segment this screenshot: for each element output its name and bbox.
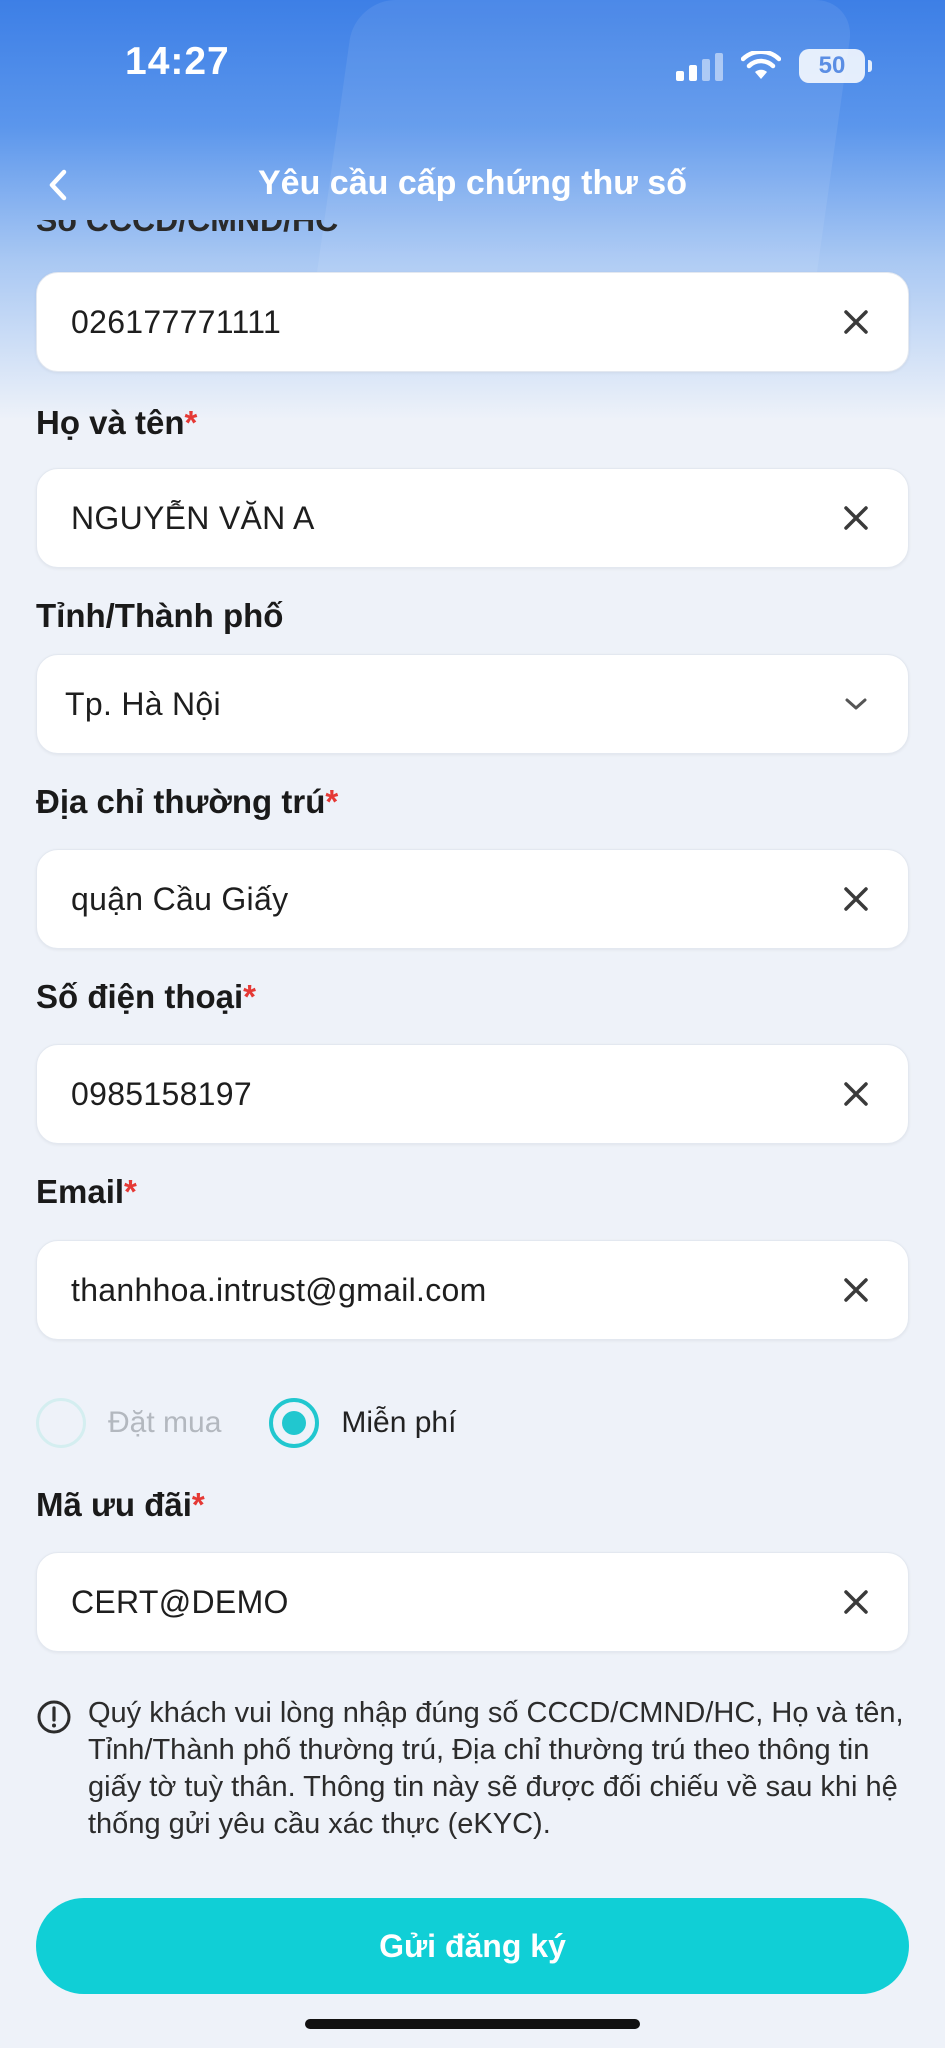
info-note-text: Quý khách vui lòng nhập đúng số CCCD/CMN… (88, 1697, 904, 1840)
phone-value: 0985158197 (71, 1075, 252, 1112)
radio-free[interactable]: Miễn phí (269, 1398, 456, 1448)
close-icon (844, 887, 868, 911)
promo-label: Mã ưu đãi* (36, 1486, 205, 1523)
phone-label: Số điện thoại* (36, 978, 257, 1015)
clear-id-number-button[interactable] (834, 300, 878, 344)
email-field[interactable]: thanhhoa.intrust@gmail.com (36, 1240, 909, 1340)
address-value: quận Cầu Giấy (71, 880, 289, 917)
battery-icon: 50 (799, 49, 872, 83)
home-indicator (305, 2019, 640, 2029)
close-icon (844, 310, 868, 334)
clear-full-name-button[interactable] (834, 496, 878, 540)
province-label: Tỉnh/Thành phố (36, 597, 284, 634)
wifi-icon (741, 51, 781, 79)
close-icon (844, 1590, 868, 1614)
radio-free-label: Miễn phí (341, 1406, 457, 1439)
clear-email-button[interactable] (834, 1268, 878, 1312)
province-dropdown-button[interactable] (834, 682, 878, 726)
close-icon (844, 506, 868, 530)
province-value: Tp. Hà Nội (65, 685, 221, 722)
id-number-label: Số CCCD/CMND/HC (36, 220, 339, 238)
signal-icon (676, 51, 723, 81)
email-value: thanhhoa.intrust@gmail.com (71, 1271, 487, 1308)
radio-order[interactable]: Đặt mua (36, 1398, 221, 1448)
address-label: Địa chỉ thường trú* (36, 783, 339, 820)
phone-field[interactable]: 0985158197 (36, 1044, 909, 1144)
submit-button[interactable]: Gửi đăng ký (36, 1898, 909, 1994)
radio-circle-selected (269, 1398, 320, 1448)
province-select[interactable]: Tp. Hà Nội (36, 654, 909, 754)
id-number-field[interactable]: 026177771111 (36, 272, 909, 372)
address-field[interactable]: quận Cầu Giấy (36, 849, 909, 949)
promo-field[interactable]: CERT@DEMO (36, 1552, 909, 1652)
nav-bar: Yêu cầu cấp chứng thư số (0, 150, 945, 220)
radio-circle (36, 1398, 86, 1448)
status-icons: 50 (676, 46, 872, 86)
close-icon (844, 1278, 868, 1302)
info-icon (37, 1700, 71, 1734)
chevron-down-icon (845, 698, 867, 710)
email-label: Email* (36, 1173, 137, 1210)
close-icon (844, 1082, 868, 1106)
page-title: Yêu cầu cấp chứng thư số (258, 164, 687, 202)
promo-value: CERT@DEMO (71, 1583, 289, 1620)
clear-promo-button[interactable] (834, 1580, 878, 1624)
full-name-label: Họ và tên* (36, 404, 198, 441)
radio-order-label: Đặt mua (108, 1406, 222, 1439)
status-time: 14:27 (125, 40, 230, 83)
clear-address-button[interactable] (834, 877, 878, 921)
full-name-field[interactable]: NGUYỄN VĂN A (36, 468, 909, 568)
id-number-value: 026177771111 (71, 303, 282, 340)
screen: 14:27 50 Yêu cầu cấp chứng thư số Số CCC… (0, 0, 945, 2048)
info-note: Quý khách vui lòng nhập đúng số CCCD/CMN… (36, 1695, 916, 1843)
payment-options: Đặt mua Miễn phí (36, 1395, 504, 1451)
full-name-value: NGUYỄN VĂN A (71, 499, 315, 536)
clear-phone-button[interactable] (834, 1072, 878, 1116)
